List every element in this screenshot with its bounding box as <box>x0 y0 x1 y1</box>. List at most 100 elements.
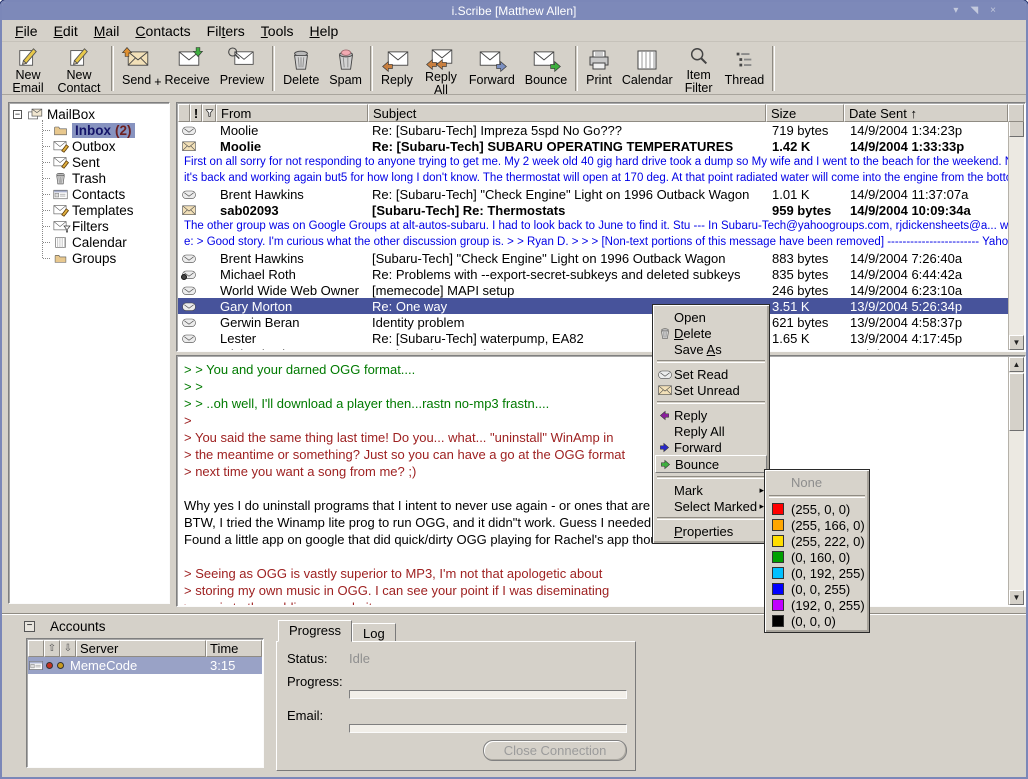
delete-button[interactable]: Delete <box>278 44 324 93</box>
sidebar-item-inbox[interactable]: Inbox(2) <box>27 122 169 138</box>
scroll-down-icon[interactable]: ▼ <box>1009 335 1024 350</box>
submenu-item-none[interactable]: None <box>767 473 867 492</box>
sidebar-item-groups[interactable]: Groups <box>27 250 169 266</box>
reply-button[interactable]: Reply <box>376 44 418 93</box>
menu-help[interactable]: Help <box>302 21 347 41</box>
scroll-down-icon[interactable]: ▼ <box>1009 590 1024 605</box>
close-connection-button[interactable]: Close Connection <box>483 740 627 761</box>
cell-date: 13/9/2004 5:26:34p <box>844 299 1008 314</box>
spam-button[interactable]: Spam <box>324 44 367 93</box>
new-email-button[interactable]: New Email <box>6 44 50 93</box>
print-button[interactable]: Print <box>581 44 617 93</box>
table-row[interactable]: Gerwin Beran Identity problem 621 bytes … <box>178 314 1008 330</box>
message-body[interactable]: > > You and your darned OGG format.... >… <box>178 357 1008 605</box>
header-priority[interactable]: ! <box>190 104 202 122</box>
table-row[interactable]: Moolie Re: [Subaru-Tech] Impreza 5spd No… <box>178 122 1008 138</box>
header-time[interactable]: Time <box>206 640 262 657</box>
submenu-item-color[interactable]: (0, 192, 255) <box>767 565 867 581</box>
bounce-button[interactable]: Bounce <box>520 44 572 93</box>
table-row[interactable]: Brent Hawkins Re: [Subaru-Tech] "Check E… <box>178 186 1008 202</box>
table-row[interactable]: Lester Re: [Subaru-Tech] waterpump, EA82… <box>178 330 1008 346</box>
menu-item-properties[interactable]: Properties <box>655 523 767 539</box>
table-row[interactable]: sab02093 [Subaru-Tech] Re: Thermostats 9… <box>178 202 1008 218</box>
table-row[interactable]: Brent Hawkins [Subaru-Tech] "Check Engin… <box>178 250 1008 266</box>
shade-icon[interactable]: ▾ <box>953 2 958 20</box>
sidebar-item-calendar[interactable]: Calendar <box>27 234 169 250</box>
menu-item-save-as[interactable]: Save As <box>655 341 767 357</box>
scrollbar-thumb[interactable] <box>1009 120 1024 137</box>
menu-item-mark[interactable]: Mark▸ <box>655 482 767 498</box>
maximize-icon[interactable]: ◥ <box>970 2 978 20</box>
mail-list-header: ! From Subject Size Date Sent ↑ <box>178 104 1024 122</box>
calendar-button[interactable]: Calendar <box>617 44 678 93</box>
menu-file[interactable]: File <box>8 21 47 41</box>
account-row-selected[interactable]: MemeCode 3:15 <box>28 657 262 674</box>
submenu-item-color[interactable]: (255, 0, 0) <box>767 501 867 517</box>
header-server[interactable]: Server <box>76 640 206 657</box>
collapse-panel-icon[interactable]: − <box>24 621 35 632</box>
forward-button[interactable]: Forward <box>464 44 520 93</box>
item-filter-button[interactable]: Item Filter <box>678 44 720 93</box>
table-row[interactable]: Michael Roth Re: Problems with --export-… <box>178 266 1008 282</box>
preview-button[interactable]: Preview <box>215 44 269 93</box>
submenu-item-color[interactable]: (0, 160, 0) <box>767 549 867 565</box>
submenu-item-color[interactable]: (0, 0, 0) <box>767 613 867 629</box>
titlebar[interactable]: i.Scribe [Matthew Allen] ▾ ◥ × <box>2 2 1026 20</box>
close-icon[interactable]: × <box>990 2 996 20</box>
menu-item-set-read[interactable]: Set Read <box>655 366 767 382</box>
table-row[interactable]: Moolie Re: [Subaru-Tech] SUBARU OPERATIN… <box>178 138 1008 154</box>
sidebar-item-templates[interactable]: Templates <box>27 202 169 218</box>
submenu-item-color[interactable]: (192, 0, 255) <box>767 597 867 613</box>
menu-contacts[interactable]: Contacts <box>128 21 199 41</box>
reply-all-button[interactable]: Reply All <box>418 44 464 93</box>
scrollbar-thumb[interactable] <box>1009 373 1024 431</box>
header-blank[interactable] <box>178 104 190 122</box>
table-row-selected[interactable]: Gary Morton Re: One way 3.51 K 13/9/2004… <box>178 298 1008 314</box>
header-flag[interactable] <box>202 104 216 122</box>
sidebar-item-filters[interactable]: Filters <box>27 218 169 234</box>
table-row[interactable]: Michael Johnson Re: bayesian question 1.… <box>178 346 1008 350</box>
menu-filters[interactable]: Filters <box>200 21 254 41</box>
menu-item-forward[interactable]: Forward <box>655 439 767 455</box>
menu-tools[interactable]: Tools <box>254 21 303 41</box>
collapse-expander-icon[interactable]: − <box>13 110 22 119</box>
menu-item-reply[interactable]: Reply <box>655 407 767 423</box>
header-size[interactable]: Size <box>766 104 844 122</box>
send-arrow-icon[interactable]: ⇧ <box>44 640 60 657</box>
submenu-item-color[interactable]: (0, 0, 255) <box>767 581 867 597</box>
menu-item-reply-all[interactable]: Reply All <box>655 423 767 439</box>
menu-item-bounce[interactable]: Bounce <box>655 455 767 473</box>
header-blank[interactable] <box>28 640 44 657</box>
mail-list-scrollbar[interactable]: ▲ ▼ <box>1008 104 1024 350</box>
menu-edit[interactable]: Edit <box>47 21 87 41</box>
thread-button[interactable]: Thread <box>720 44 770 93</box>
table-row[interactable]: World Wide Web Owner [memecode] MAPI set… <box>178 282 1008 298</box>
submenu-item-color[interactable]: (255, 222, 0) <box>767 533 867 549</box>
label: F <box>15 23 24 39</box>
menu-item-select-marked[interactable]: Select Marked▸ <box>655 498 767 514</box>
submenu-item-color[interactable]: (255, 166, 0) <box>767 517 867 533</box>
scroll-up-icon[interactable]: ▲ <box>1009 357 1024 372</box>
menu-item-set-unread[interactable]: Set Unread <box>655 382 767 398</box>
tab-log[interactable]: Log <box>352 623 396 642</box>
filters-icon <box>51 221 69 231</box>
envelope-open-icon <box>178 269 216 280</box>
sidebar-item-sent[interactable]: Sent <box>27 154 169 170</box>
cell-size: 835 bytes <box>766 267 844 282</box>
header-subject[interactable]: Subject <box>368 104 766 122</box>
sidebar-item-outbox[interactable]: Outbox <box>27 138 169 154</box>
tab-progress[interactable]: Progress <box>278 620 352 642</box>
send-receive-button[interactable]: Send + Receive <box>117 44 215 93</box>
new-contact-button[interactable]: New Contact <box>50 44 108 93</box>
envelope-closed-icon <box>655 385 674 396</box>
receive-arrow-icon[interactable]: ⇩ <box>60 640 76 657</box>
sidebar-item-contacts[interactable]: Contacts <box>27 186 169 202</box>
menu-item-delete[interactable]: Delete <box>655 325 767 341</box>
message-scrollbar[interactable]: ▲ ▼ <box>1008 357 1024 605</box>
sidebar-item-trash[interactable]: Trash <box>27 170 169 186</box>
header-from[interactable]: From <box>216 104 368 122</box>
tree-root-mailbox[interactable]: − MailBox <box>13 106 169 122</box>
menu-item-open[interactable]: Open <box>655 309 767 325</box>
header-date-sent[interactable]: Date Sent ↑ <box>844 104 1008 122</box>
menu-mail[interactable]: Mail <box>87 21 129 41</box>
